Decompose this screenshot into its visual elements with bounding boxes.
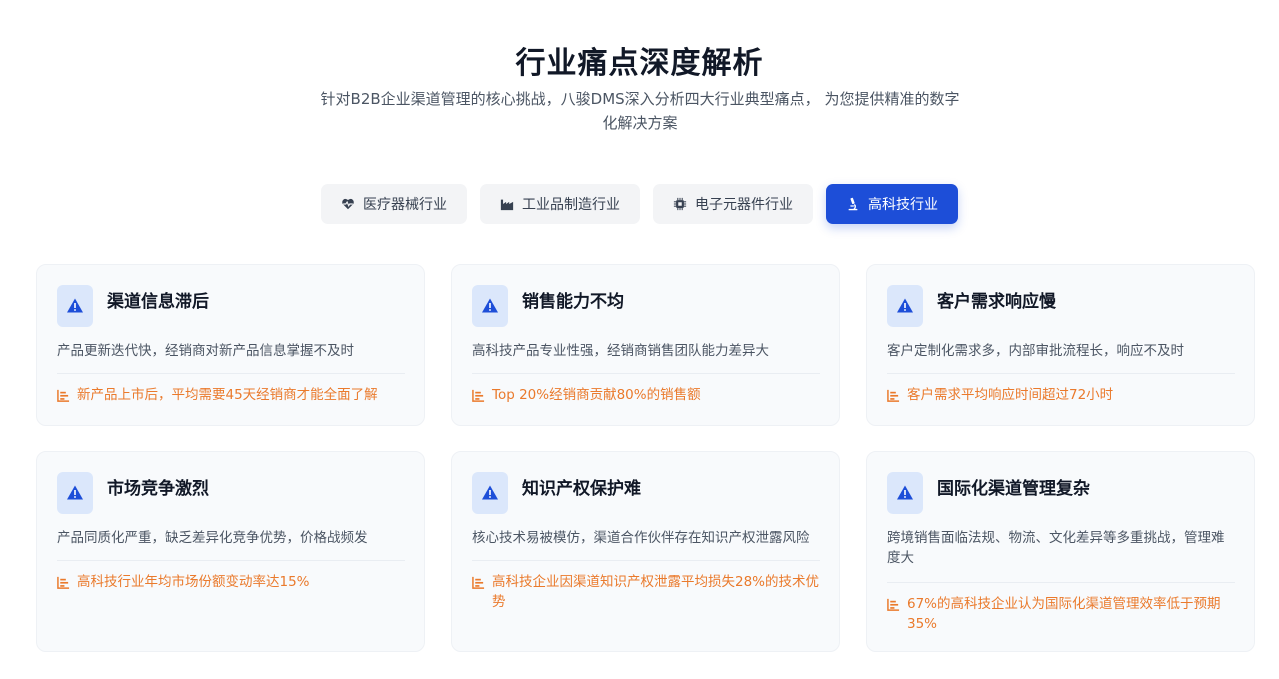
- microscope-icon: [846, 197, 860, 211]
- card-stat: 新产品上市后，平均需要45天经销商才能全面了解: [57, 385, 407, 405]
- bar-chart-icon: [472, 385, 486, 405]
- pain-point-card: 渠道信息滞后 产品更新迭代快，经销商对新产品信息掌握不及时 新产品上市后，平均需…: [36, 264, 425, 426]
- card-description: 产品同质化严重，缺乏差异化竞争优势，价格战频发: [57, 530, 368, 546]
- warning-icon: [472, 285, 508, 327]
- card-title: 市场竞争激烈: [107, 479, 209, 499]
- card-divider: [57, 373, 405, 374]
- subtitle-line-1: 针对B2B企业渠道管理的核心挑战，八骏DMS深入分析四大行业典型痛点， 为您提供…: [320, 90, 960, 108]
- warning-icon: [887, 472, 923, 514]
- heart-pulse-icon: [341, 197, 355, 211]
- card-title: 渠道信息滞后: [107, 292, 209, 312]
- industry-tabs: 医疗器械行业 工业品制造行业 电子元器件行业 高科技行业: [0, 184, 1279, 224]
- bar-chart-icon: [57, 385, 71, 405]
- warning-icon: [472, 472, 508, 514]
- card-divider: [887, 582, 1235, 583]
- card-divider: [472, 373, 820, 374]
- pain-point-card: 销售能力不均 高科技产品专业性强，经销商销售团队能力差异大 Top 20%经销商…: [451, 264, 840, 426]
- warning-icon: [57, 285, 93, 327]
- card-divider: [57, 560, 405, 561]
- card-stat-text: 客户需求平均响应时间超过72小时: [907, 387, 1114, 403]
- card-stat-text: 高科技行业年均市场份额变动率达15%: [77, 574, 310, 590]
- card-stat-text: 67%的高科技企业认为国际化渠道管理效率低于预期35%: [907, 596, 1221, 632]
- bar-chart-icon: [887, 594, 901, 614]
- card-stat: Top 20%经销商贡献80%的销售额: [472, 385, 822, 405]
- page-title: 行业痛点深度解析: [515, 46, 764, 81]
- card-title: 国际化渠道管理复杂: [937, 479, 1090, 499]
- page-subtitle: 针对B2B企业渠道管理的核心挑战，八骏DMS深入分析四大行业典型痛点， 为您提供…: [320, 87, 960, 135]
- card-description: 核心技术易被模仿，渠道合作伙伴存在知识产权泄露风险: [472, 530, 810, 546]
- card-description: 跨境销售面临法规、物流、文化差异等多重挑战，管理难度大: [887, 530, 1225, 566]
- pain-point-card: 市场竞争激烈 产品同质化严重，缺乏差异化竞争优势，价格战频发 高科技行业年均市场…: [36, 451, 425, 652]
- pain-point-card: 客户需求响应慢 客户定制化需求多，内部审批流程长，响应不及时 客户需求平均响应时…: [866, 264, 1255, 426]
- tab-medical-devices[interactable]: 医疗器械行业: [321, 184, 467, 224]
- card-description: 客户定制化需求多，内部审批流程长，响应不及时: [887, 343, 1184, 359]
- card-stat: 高科技行业年均市场份额变动率达15%: [57, 572, 407, 592]
- tab-industrial-manufacturing[interactable]: 工业品制造行业: [480, 184, 640, 224]
- page: 行业痛点深度解析 针对B2B企业渠道管理的核心挑战，八骏DMS深入分析四大行业典…: [0, 0, 1279, 679]
- subtitle-line-2: 化解决方案: [602, 114, 678, 132]
- card-title: 知识产权保护难: [522, 479, 641, 499]
- pain-point-card: 国际化渠道管理复杂 跨境销售面临法规、物流、文化差异等多重挑战，管理难度大 67…: [866, 451, 1255, 652]
- warning-icon: [57, 472, 93, 514]
- pain-point-card: 知识产权保护难 核心技术易被模仿，渠道合作伙伴存在知识产权泄露风险 高科技企业因…: [451, 451, 840, 652]
- card-description: 高科技产品专业性强，经销商销售团队能力差异大: [472, 343, 769, 359]
- tab-label: 电子元器件行业: [695, 197, 793, 213]
- card-stat-text: 高科技企业因渠道知识产权泄露平均损失28%的技术优势: [492, 574, 820, 610]
- tab-label: 医疗器械行业: [363, 197, 447, 213]
- warning-icon: [887, 285, 923, 327]
- card-title: 客户需求响应慢: [937, 292, 1056, 312]
- bar-chart-icon: [472, 572, 486, 592]
- tab-high-tech[interactable]: 高科技行业: [826, 184, 958, 224]
- card-title: 销售能力不均: [522, 292, 624, 312]
- bar-chart-icon: [57, 572, 71, 592]
- factory-icon: [500, 197, 514, 211]
- tab-electronic-components[interactable]: 电子元器件行业: [653, 184, 813, 224]
- card-stat-text: 新产品上市后，平均需要45天经销商才能全面了解: [77, 387, 378, 403]
- bar-chart-icon: [887, 385, 901, 405]
- card-stat: 客户需求平均响应时间超过72小时: [887, 385, 1237, 405]
- card-stat: 67%的高科技企业认为国际化渠道管理效率低于预期35%: [887, 594, 1237, 634]
- card-stat: 高科技企业因渠道知识产权泄露平均损失28%的技术优势: [472, 572, 822, 612]
- tab-label: 工业品制造行业: [522, 197, 620, 213]
- tab-label: 高科技行业: [868, 197, 938, 213]
- card-stat-text: Top 20%经销商贡献80%的销售额: [492, 387, 701, 403]
- card-divider: [887, 373, 1235, 374]
- microchip-icon: [673, 197, 687, 211]
- card-description: 产品更新迭代快，经销商对新产品信息掌握不及时: [57, 343, 354, 359]
- card-divider: [472, 560, 820, 561]
